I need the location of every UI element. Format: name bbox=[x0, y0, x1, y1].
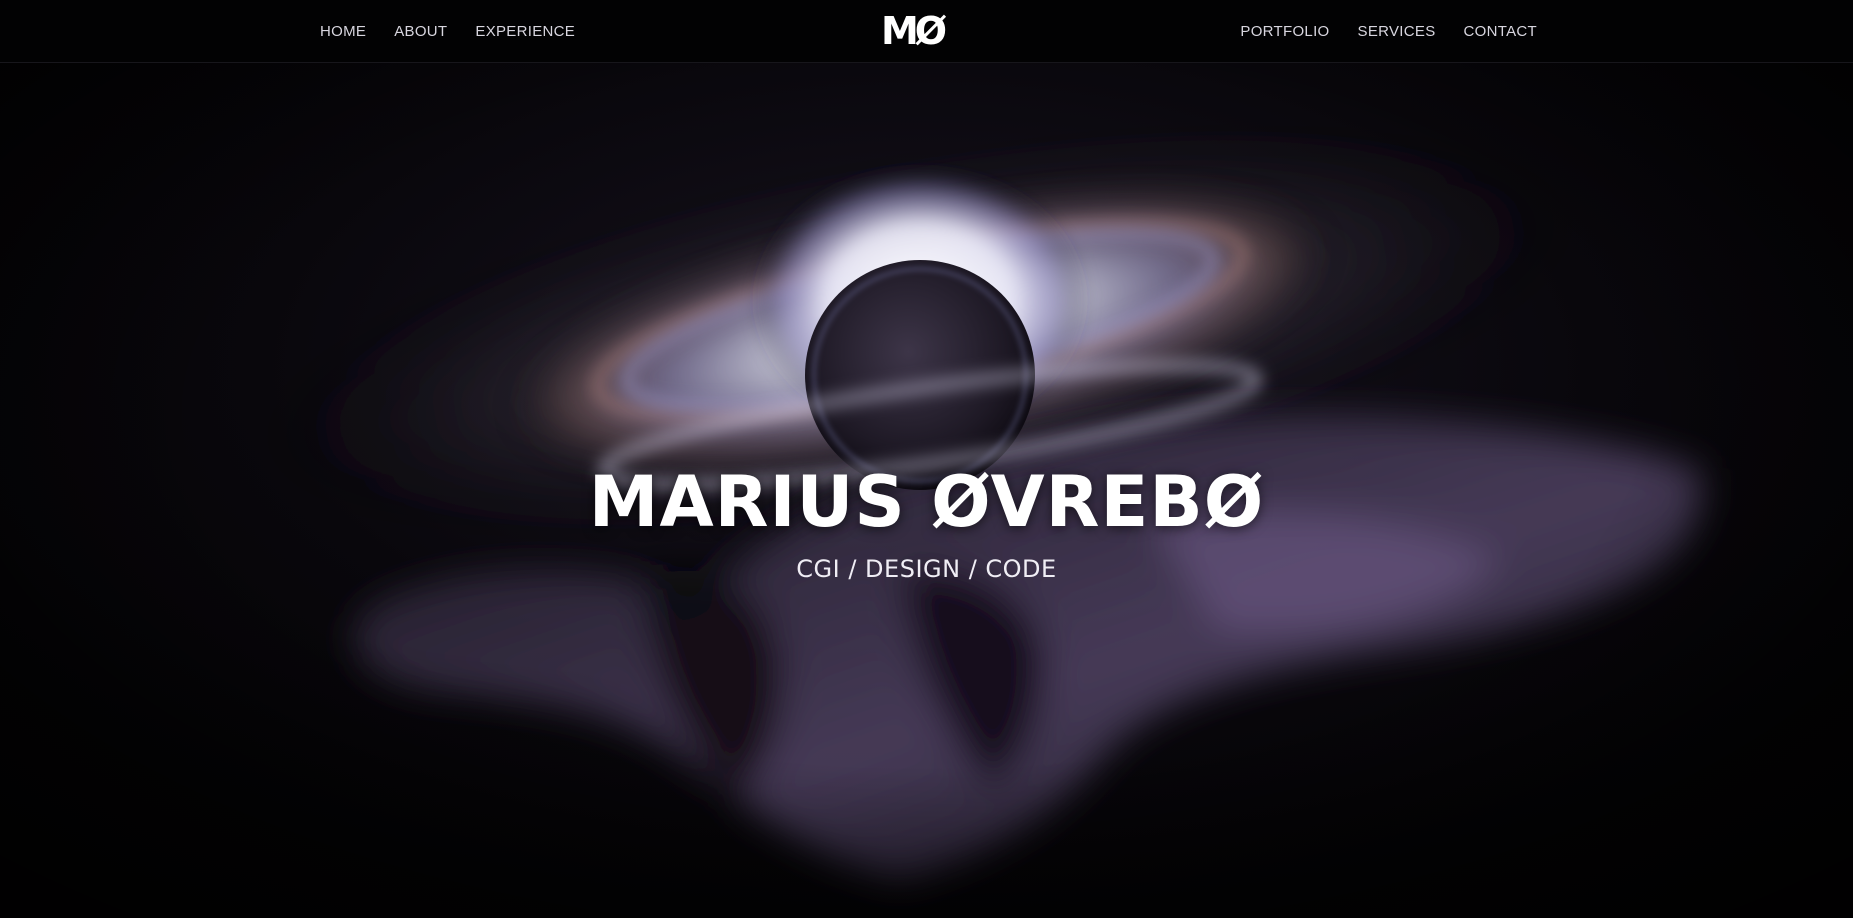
nav-link-services[interactable]: SERVICES bbox=[1358, 23, 1436, 40]
page: HOME ABOUT EXPERIENCE MØ PORTFOLIO SERVI… bbox=[0, 0, 1853, 918]
top-navigation-bar: HOME ABOUT EXPERIENCE MØ PORTFOLIO SERVI… bbox=[0, 0, 1853, 63]
hero-subtitle: CGI / DESIGN / CODE bbox=[796, 555, 1057, 583]
nav-left-group: HOME ABOUT EXPERIENCE bbox=[320, 0, 603, 62]
nav-link-portfolio[interactable]: PORTFOLIO bbox=[1240, 23, 1329, 40]
nav-link-experience[interactable]: EXPERIENCE bbox=[475, 23, 575, 40]
nav-link-contact[interactable]: CONTACT bbox=[1464, 23, 1537, 40]
nav-link-home[interactable]: HOME bbox=[320, 23, 366, 40]
hero-background-image bbox=[0, 0, 1853, 918]
hero-title: MARIUS ØVREBØ bbox=[588, 461, 1265, 543]
site-logo[interactable]: MØ bbox=[881, 10, 947, 52]
nav-link-about[interactable]: ABOUT bbox=[394, 23, 447, 40]
nav-right-group: PORTFOLIO SERVICES CONTACT bbox=[1212, 0, 1537, 62]
